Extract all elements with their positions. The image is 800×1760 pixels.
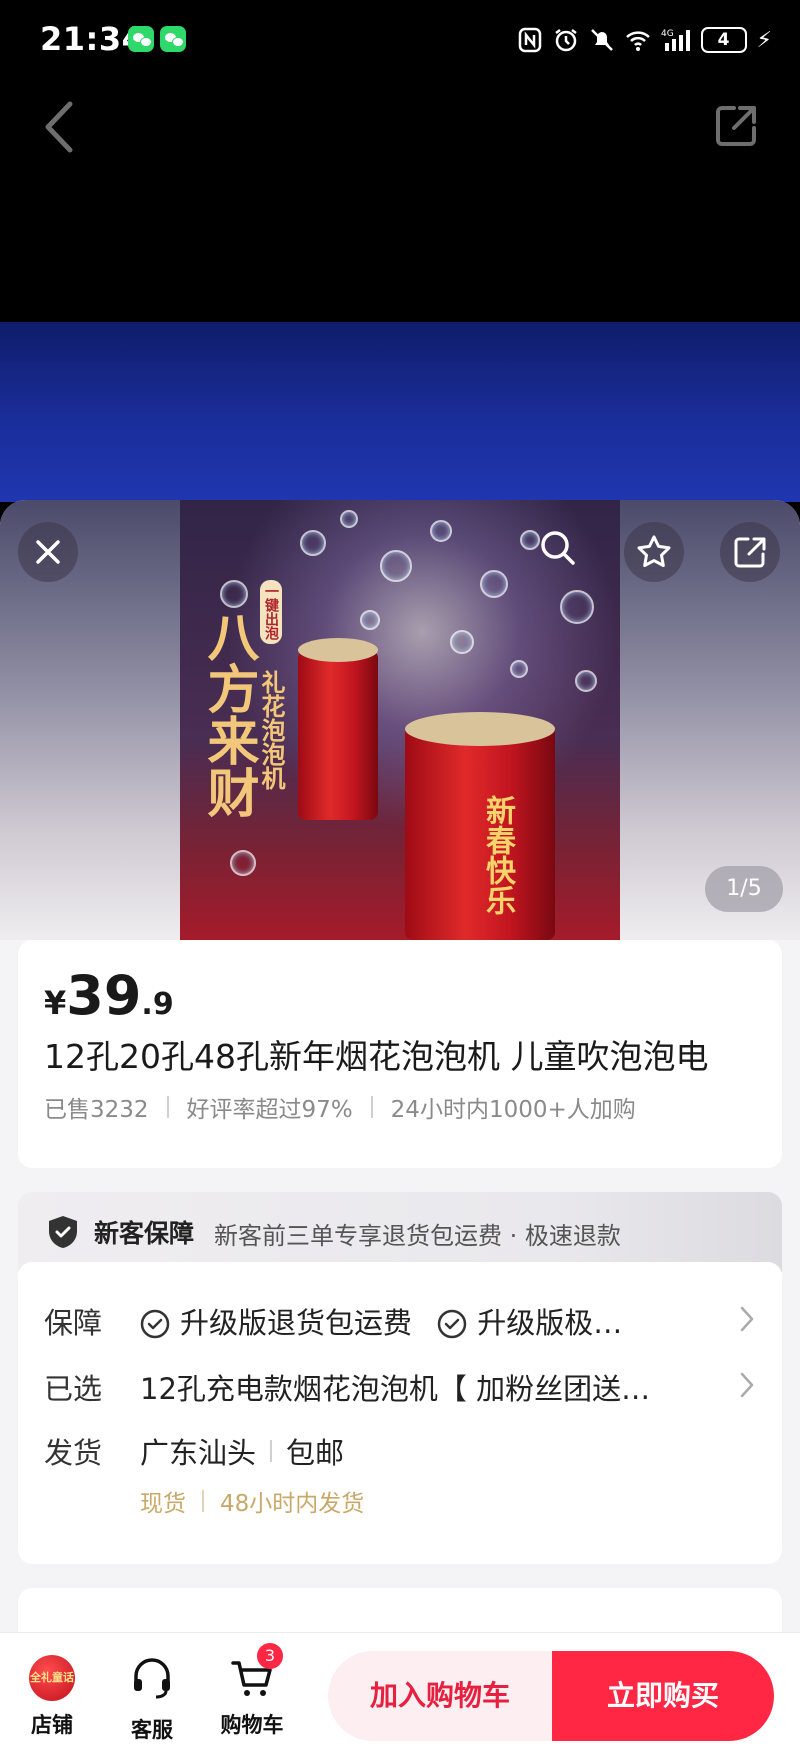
- banner-text: 新客前三单专享退货包运费 · 极速退款: [214, 1222, 621, 1250]
- bottom-action-bar: 全礼童话 店铺 客服 3 购物车 加入购物车 立即购买: [0, 1632, 800, 1760]
- signal-icon: 4G: [661, 29, 690, 51]
- selected-variant[interactable]: 12孔充电款烟花泡泡机【 加粉丝团送…: [140, 1366, 650, 1408]
- close-button[interactable]: [18, 522, 78, 582]
- buy-now-button[interactable]: 立即购买: [552, 1651, 774, 1741]
- stock-status: 现货: [140, 1491, 186, 1517]
- wechat-notification-icon: [128, 26, 154, 52]
- rating-text[interactable]: 好评率超过97%: [187, 1090, 353, 1124]
- chevron-right-icon-2[interactable]: [740, 1372, 754, 1398]
- back-arrow-icon[interactable]: [40, 100, 76, 154]
- sold-count: 已售3232: [44, 1097, 149, 1123]
- image-title-text: 八方来财: [198, 610, 258, 818]
- share-icon: [734, 537, 766, 568]
- search-icon[interactable]: [538, 528, 578, 572]
- background-band: [0, 322, 800, 502]
- check-circle-icon: [140, 1309, 170, 1339]
- details-card: 保障 升级版退货包运费 升级版极… 已选 12孔充电款烟花泡泡机【 加粉丝团送……: [18, 1262, 782, 1564]
- shipping-sub: 现货 48小时内发货: [140, 1484, 364, 1518]
- shield-icon: [49, 1216, 77, 1248]
- nfc-icon: [518, 27, 541, 53]
- mute-icon: [590, 29, 613, 51]
- small-firework-can: [298, 650, 378, 820]
- favorite-button[interactable]: [624, 522, 684, 582]
- shipping-label: 发货: [44, 1436, 103, 1470]
- cart-button[interactable]: 3 购物车: [212, 1643, 292, 1739]
- image-tag-text: 一键出泡: [260, 580, 282, 644]
- add-to-cart-button[interactable]: 加入购物车: [328, 1651, 552, 1741]
- service-label: 客服: [131, 1718, 173, 1742]
- new-customer-banner[interactable]: 新客保障 新客前三单专享退货包运费 · 极速退款: [18, 1192, 782, 1272]
- guarantee-item-2: 升级版极…: [477, 1306, 623, 1340]
- star-icon: [637, 535, 671, 567]
- customer-service-button[interactable]: 客服: [112, 1655, 192, 1744]
- status-icons: 4G 4 ⚡: [517, 22, 772, 58]
- ship-time: 48小时内发货: [220, 1491, 365, 1517]
- charging-icon: ⚡: [756, 27, 772, 53]
- shop-label: 店铺: [31, 1713, 73, 1737]
- svg-text:4G: 4G: [661, 29, 674, 39]
- image-subtitle-text: 礼花泡泡机: [257, 670, 285, 790]
- shop-logo: 全礼童话: [29, 1655, 75, 1701]
- image-gallery[interactable]: 八方来财 礼花泡泡机 一键出泡 新春快乐 1/5: [0, 500, 800, 940]
- close-icon: [36, 540, 60, 564]
- gallery-share-button[interactable]: [720, 522, 780, 582]
- share-icon[interactable]: [712, 102, 760, 150]
- cart-count-badge: 3: [257, 1643, 283, 1669]
- product-stats: 已售3232 好评率超过97% 24小时内1000+人加购: [44, 1090, 636, 1124]
- price-decimal: .9: [141, 987, 174, 1022]
- price: ¥39.9: [44, 964, 174, 1027]
- check-circle-icon-2: [437, 1309, 467, 1339]
- ship-fee: 包邮: [286, 1436, 345, 1470]
- image-counter: 1/5: [705, 866, 783, 912]
- recent-adds: 24小时内1000+人加购: [390, 1097, 636, 1123]
- guarantee-label: 保障: [44, 1306, 103, 1340]
- price-integer: 39: [66, 964, 142, 1027]
- cart-label: 购物车: [220, 1713, 284, 1737]
- selected-label: 已选: [44, 1372, 103, 1406]
- shipping-info: 广东汕头 包邮: [140, 1430, 344, 1472]
- product-title[interactable]: 12孔20孔48孔新年烟花泡泡机 儿童吹泡泡电: [44, 1030, 708, 1078]
- status-bar: 21:34 4G 4 ⚡: [0, 0, 800, 80]
- chevron-right-icon[interactable]: [740, 1306, 754, 1332]
- shop-button[interactable]: 全礼童话 店铺: [12, 1655, 92, 1739]
- ship-from: 广东汕头: [140, 1436, 257, 1470]
- can-text: 新春快乐: [480, 795, 515, 915]
- price-card: ¥39.9 12孔20孔48孔新年烟花泡泡机 儿童吹泡泡电 已售3232 好评率…: [18, 940, 782, 1168]
- product-sheet: 八方来财 礼花泡泡机 一键出泡 新春快乐 1/5 ¥39.9 12孔20孔48孔…: [0, 500, 800, 1759]
- battery-icon: 4: [700, 27, 747, 53]
- wechat-notification-icon-2: [160, 26, 186, 52]
- banner-title: 新客保障: [94, 1219, 195, 1248]
- headset-icon: [134, 1658, 170, 1699]
- guarantee-item-1: 升级版退货包运费: [180, 1306, 413, 1340]
- alarm-icon: [554, 29, 577, 52]
- guarantee-row[interactable]: 升级版退货包运费 升级版极…: [140, 1300, 622, 1342]
- wifi-icon: [625, 31, 650, 51]
- price-symbol: ¥: [44, 984, 67, 1022]
